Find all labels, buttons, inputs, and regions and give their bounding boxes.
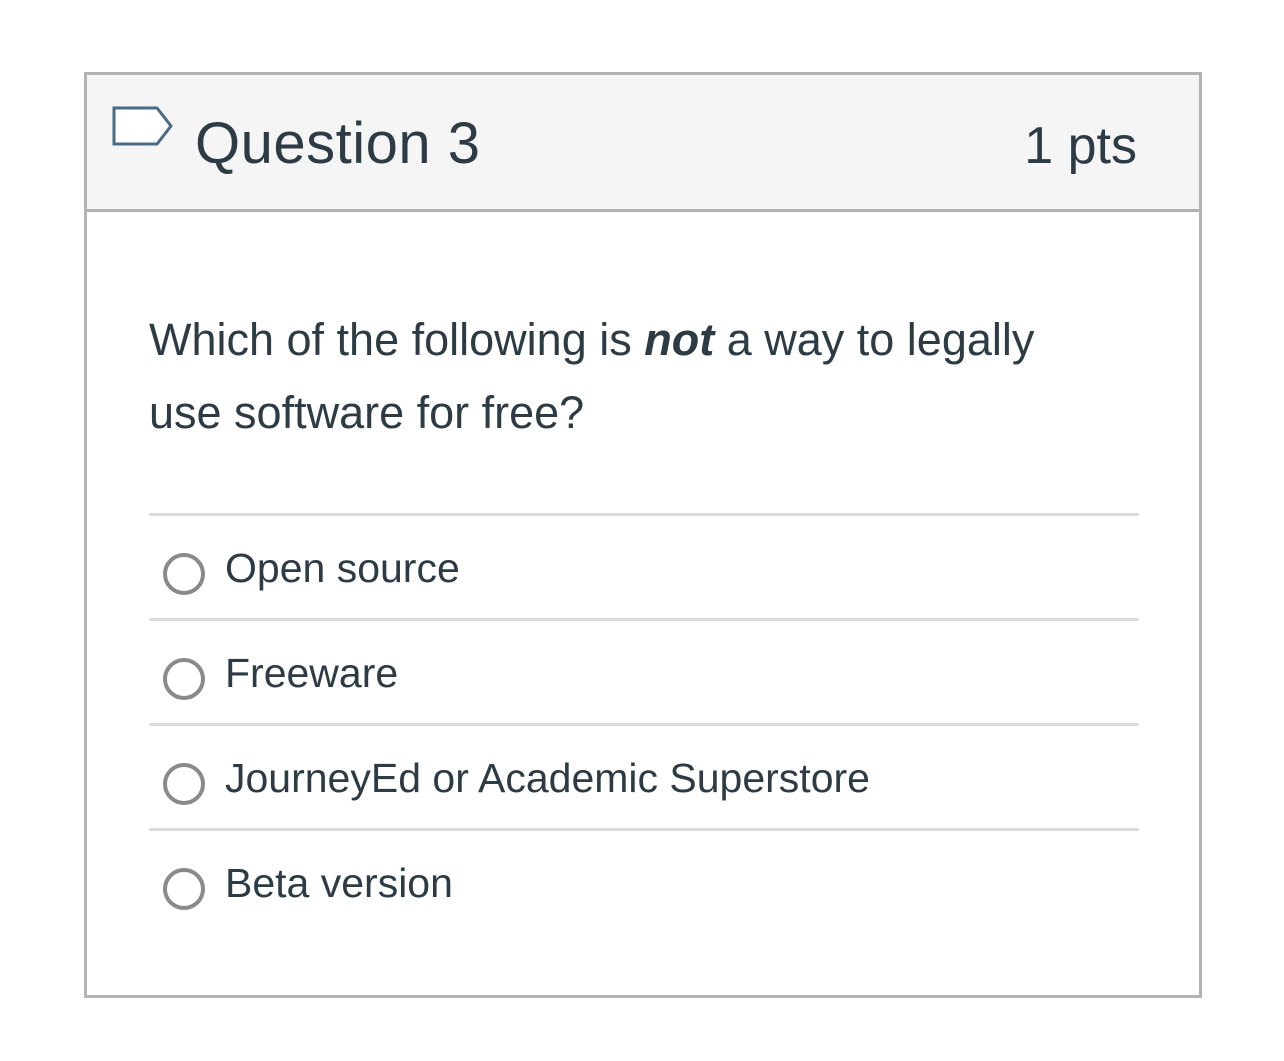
question-card: Question 3 1 pts Which of the following … (84, 72, 1202, 998)
answer-label[interactable]: Beta version (225, 859, 453, 907)
radio-button[interactable] (163, 658, 205, 700)
radio-button[interactable] (163, 868, 205, 910)
radio-button[interactable] (163, 553, 205, 595)
question-points: 1 pts (1024, 117, 1137, 175)
answer-option[interactable]: Beta version (149, 828, 1139, 933)
question-title: Question 3 (195, 111, 481, 176)
answer-option[interactable]: JourneyEd or Academic Superstore (149, 723, 1139, 828)
flag-question-icon[interactable] (111, 105, 175, 159)
answer-option[interactable]: Freeware (149, 618, 1139, 723)
answer-label[interactable]: Open source (225, 544, 460, 592)
question-text-before: Which of the following is (149, 314, 645, 365)
question-text: Which of the following is not a way to l… (149, 303, 1109, 449)
question-text-emphasis: not (644, 314, 715, 365)
answer-label[interactable]: Freeware (225, 649, 398, 697)
answer-list: Open source Freeware JourneyEd or Academ… (149, 513, 1139, 933)
question-header: Question 3 1 pts (87, 75, 1199, 212)
answer-label[interactable]: JourneyEd or Academic Superstore (225, 754, 870, 802)
answer-option[interactable]: Open source (149, 513, 1139, 618)
radio-button[interactable] (163, 763, 205, 805)
